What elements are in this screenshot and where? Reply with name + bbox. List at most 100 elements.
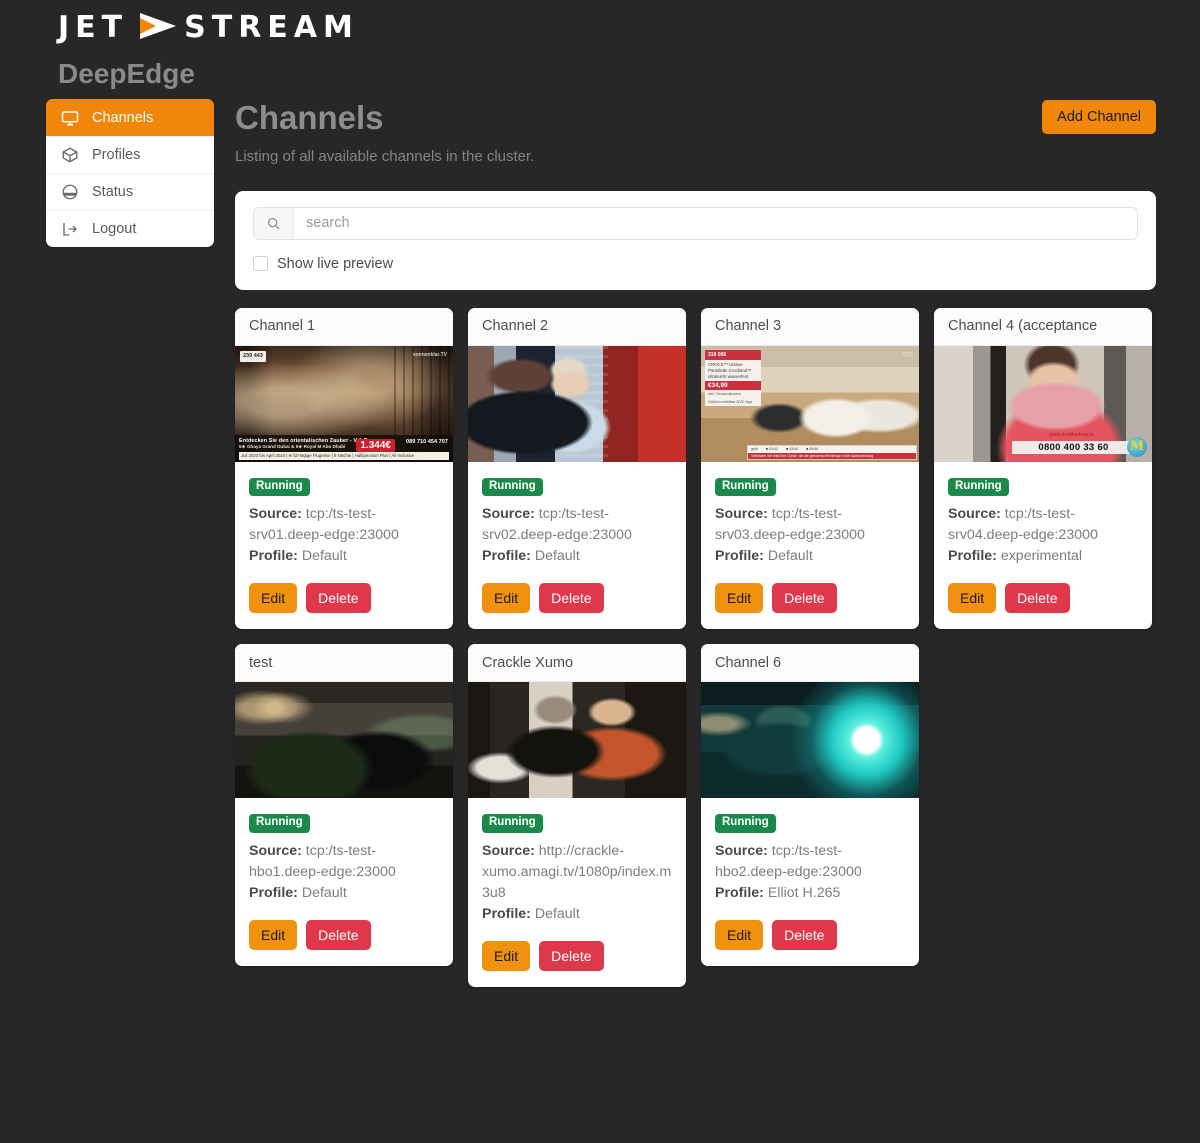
live-preview-checkbox[interactable]: [253, 256, 268, 272]
page-header: Channels Listing of all available channe…: [235, 99, 1156, 165]
channel-card[interactable]: Crackle Xumo Running Source: http://crac…: [468, 644, 686, 988]
logo-text-jet: JET: [58, 10, 129, 45]
monitor-icon: [60, 108, 80, 128]
sidebar-item-logout[interactable]: Logout: [46, 210, 214, 247]
channel-thumbnail: [468, 682, 686, 799]
live-preview-row[interactable]: Show live preview: [253, 256, 1138, 272]
channel-meta: Source: tcp:/ts-test-hbo1.deep-edge:2300…: [249, 841, 439, 904]
delete-button[interactable]: Delete: [539, 583, 604, 614]
channel-actions: Edit Delete: [948, 583, 1138, 614]
edit-button[interactable]: Edit: [948, 583, 997, 614]
edit-button[interactable]: Edit: [715, 920, 764, 951]
channel-meta: Source: http://crackle-xumo.amagi.tv/108…: [482, 841, 672, 925]
thumb-product-sub2: Größen wählbar QVC App: [708, 399, 753, 404]
live-preview-label: Show live preview: [277, 255, 394, 272]
thumb-ad-price: 1.344€: [356, 438, 395, 452]
source-label: Source:: [249, 842, 302, 859]
channel-grid: Channel 1 239 443 sonnenklar.TV Entdecke…: [235, 307, 1156, 988]
gauge-icon: [60, 182, 80, 202]
add-channel-button[interactable]: Add Channel: [1042, 100, 1156, 134]
channel-card[interactable]: Channel 2 Running Source: tcp:/ts-test-s…: [468, 307, 686, 630]
channel-card-body: Running Source: tcp:/ts-test-hbo1.deep-e…: [235, 798, 453, 966]
source-label: Source:: [948, 506, 1001, 523]
thumb-shop-sizes: gelb ■ 41/42 ■ 43/44 ■ 45/46: [751, 447, 819, 452]
channel-card-body: Running Source: http://crackle-xumo.amag…: [468, 798, 686, 987]
delete-button[interactable]: Delete: [772, 920, 837, 951]
sidebar-label-logout: Logout: [92, 221, 137, 237]
delete-button[interactable]: Delete: [539, 941, 604, 972]
thumb-shop-note: Verbinden Sie bitte Ihre Größe, die die …: [748, 452, 916, 459]
channel-thumbnail: [468, 345, 686, 462]
profile-value: experimental: [1000, 548, 1083, 565]
main-content: Channels Listing of all available channe…: [235, 99, 1156, 988]
thumb-product-card: 319 008 CROCS™ Unisex-Pantolette Crocban…: [705, 349, 761, 407]
channel-card[interactable]: Channel 4 (acceptance www.mediashop.tv 0…: [934, 307, 1152, 630]
page-title: Channels: [235, 99, 384, 136]
thumb-shop-bar: gelb ■ 41/42 ■ 43/44 ■ 45/46 Verbinden Sie …: [747, 444, 917, 460]
channel-card-body: Running Source: tcp:/ts-test-srv01.deep-…: [235, 462, 453, 630]
channel-card-title: Channel 4 (acceptance: [934, 307, 1152, 346]
sidebar-item-channels[interactable]: Channels: [46, 99, 214, 136]
profile-label: Profile:: [948, 548, 997, 565]
channel-meta: Source: tcp:/ts-test-srv03.deep-edge:230…: [715, 504, 905, 567]
profile-label: Profile:: [715, 885, 764, 902]
thumb-product-sub: inkl. Versandkosten: [708, 391, 741, 396]
profile-label: Profile:: [249, 548, 298, 565]
product-name: DeepEdge: [58, 58, 195, 89]
channel-actions: Edit Delete: [482, 583, 672, 614]
edit-button[interactable]: Edit: [482, 583, 531, 614]
channel-thumbnail: 319 008 CROCS™ Unisex-Pantolette Crocban…: [701, 345, 919, 462]
delete-button[interactable]: Delete: [1005, 583, 1070, 614]
source-label: Source:: [482, 842, 535, 859]
search-input[interactable]: [294, 207, 1137, 239]
thumb-product-code: 319 008: [705, 349, 761, 360]
edit-button[interactable]: Edit: [249, 920, 298, 951]
status-badge: Running: [715, 477, 776, 497]
sidebar: Channels Profiles Status Logout: [46, 99, 214, 247]
profile-label: Profile:: [482, 548, 531, 565]
status-badge: Running: [249, 477, 310, 497]
logout-icon: [60, 219, 80, 239]
page-subtitle: Listing of all available channels in the…: [235, 147, 535, 165]
delete-button[interactable]: Delete: [306, 583, 371, 614]
channel-thumbnail: www.mediashop.tv 0800 400 33 60 M: [934, 345, 1152, 462]
thumb-corner-tag: 239 443: [240, 350, 266, 362]
box-icon: [60, 145, 80, 165]
profile-value: Default: [534, 548, 580, 565]
status-badge: Running: [482, 477, 543, 497]
thumb-product-desc: CROCS™ Unisex-Pantolette Crocband™ ultra…: [708, 361, 752, 379]
profile-value: Default: [534, 906, 580, 923]
edit-button[interactable]: Edit: [482, 941, 531, 972]
delete-button[interactable]: Delete: [306, 920, 371, 951]
thumb-phone-banner: 0800 400 33 60: [1012, 440, 1135, 454]
channel-card-title: Channel 2: [468, 307, 686, 346]
profile-value: Elliot H.265: [767, 885, 841, 902]
status-badge: Running: [715, 814, 776, 833]
channel-card-title: Channel 1: [235, 307, 453, 346]
edit-button[interactable]: Edit: [715, 583, 764, 614]
delete-button[interactable]: Delete: [772, 583, 837, 614]
channel-card[interactable]: Channel 3 319 008 CROCS™ Unisex-Pantolet…: [701, 307, 919, 630]
search-icon: [254, 207, 294, 239]
channel-card[interactable]: Channel 1 239 443 sonnenklar.TV Entdecke…: [235, 307, 453, 630]
sidebar-label-channels: Channels: [92, 109, 154, 126]
edit-button[interactable]: Edit: [249, 583, 298, 614]
channel-card[interactable]: test Running Source: tcp:/ts-test-hbo1.d…: [235, 644, 453, 967]
channel-card-title: Channel 6: [701, 644, 919, 683]
thumb-ad-strip: Juli 2023 bis April 2024 | 9-/10-tägige …: [239, 451, 449, 460]
thumb-broadcaster-logo: QVC: [902, 351, 913, 358]
play-arrow-icon: [134, 11, 178, 46]
channel-card-title: Crackle Xumo: [468, 644, 686, 683]
logo-text-stream: STREAM: [184, 10, 359, 45]
channel-thumbnail: 239 443 sonnenklar.TV Entdecken Sie den …: [235, 345, 453, 462]
sidebar-item-profiles[interactable]: Profiles: [46, 136, 214, 173]
channel-card[interactable]: Channel 6 Running Source: tcp:/ts-test-h…: [701, 644, 919, 967]
sidebar-label-status: Status: [92, 184, 134, 200]
thumb-product-price: €34,99: [705, 381, 761, 391]
channel-meta: Source: tcp:/ts-test-hbo2.deep-edge:2300…: [715, 841, 905, 904]
sidebar-item-status[interactable]: Status: [46, 173, 214, 210]
status-badge: Running: [249, 814, 310, 833]
channel-actions: Edit Delete: [482, 941, 672, 972]
profile-label: Profile:: [482, 906, 531, 923]
channel-meta: Source: tcp:/ts-test-srv04.deep-edge:230…: [948, 504, 1138, 567]
